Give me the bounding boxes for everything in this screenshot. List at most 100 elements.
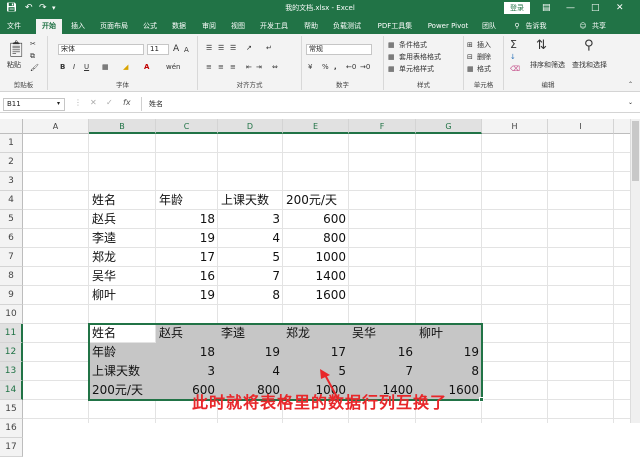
underline-button[interactable]: U xyxy=(84,62,89,72)
table1-cell[interactable]: 5 xyxy=(218,248,283,267)
format-cells-button[interactable]: 格式 xyxy=(477,64,491,74)
table1-cell[interactable]: 800 xyxy=(283,229,349,248)
col-header-c[interactable]: C xyxy=(156,119,218,134)
row-header-3[interactable]: 3 xyxy=(0,172,23,191)
bottom-align-icon[interactable]: ☰ xyxy=(230,43,236,53)
fill-color-icon[interactable]: ◢ xyxy=(123,62,128,72)
formula-input[interactable]: 姓名 xyxy=(149,99,163,109)
tab-page-layout[interactable]: 页面布局 xyxy=(96,19,132,34)
grow-font-button[interactable]: A xyxy=(173,44,179,54)
col-header-h[interactable]: H xyxy=(482,119,548,134)
table1-cell[interactable]: 1600 xyxy=(283,286,349,305)
table1-cell[interactable]: 李逵 xyxy=(89,229,156,248)
font-size-select[interactable]: 11 xyxy=(147,44,169,55)
accounting-icon[interactable]: ¥ xyxy=(308,62,312,72)
table1-cell[interactable]: 4 xyxy=(218,229,283,248)
worksheet-grid[interactable]: A B C D E F G H I 1 2 3 4 5 6 7 8 9 10 1… xyxy=(0,119,630,457)
italic-button[interactable]: I xyxy=(73,62,75,72)
scrollbar-thumb[interactable] xyxy=(632,121,639,181)
col-header-e[interactable]: E xyxy=(283,119,349,134)
row-header-17[interactable]: 17 xyxy=(0,438,23,457)
row-header-5[interactable]: 5 xyxy=(0,210,23,229)
bold-button[interactable]: B xyxy=(60,62,65,72)
minimize-icon[interactable]: — xyxy=(566,1,575,15)
border-icon[interactable]: ▦ xyxy=(102,62,109,72)
insert-cells-button[interactable]: 插入 xyxy=(477,40,491,50)
login-button[interactable]: 登录 xyxy=(504,2,530,14)
table1-cell[interactable]: 郑龙 xyxy=(89,248,156,267)
align-left-icon[interactable]: ≡ xyxy=(206,62,212,72)
wrap-text-icon[interactable]: ↵ xyxy=(266,43,272,53)
table1-cell[interactable]: 吴华 xyxy=(89,267,156,286)
name-box-dropdown-icon[interactable]: ▾ xyxy=(57,100,60,107)
table1-header-cell[interactable]: 上课天数 xyxy=(218,191,283,210)
delete-cells-button[interactable]: 删除 xyxy=(477,52,491,62)
col-header-f[interactable]: F xyxy=(349,119,416,134)
row-header-13[interactable]: 13 xyxy=(0,362,23,381)
collapse-ribbon-icon[interactable]: ⌃ xyxy=(628,80,633,90)
find-select-button[interactable]: 查找和选择 xyxy=(572,60,607,70)
table1-cell[interactable]: 18 xyxy=(156,210,218,229)
increase-indent-icon[interactable]: ⇥ xyxy=(256,62,262,72)
tab-file[interactable]: 文件 xyxy=(4,19,24,34)
row-header-1[interactable]: 1 xyxy=(0,134,23,153)
decrease-decimal-icon[interactable]: →0 xyxy=(360,62,370,72)
tab-home[interactable]: 开始 xyxy=(36,19,62,34)
select-all-corner[interactable] xyxy=(0,119,23,134)
row-header-9[interactable]: 9 xyxy=(0,286,23,305)
table1-cell[interactable]: 赵兵 xyxy=(89,210,156,229)
format-painter-icon[interactable]: 🖌︎ xyxy=(30,63,39,73)
phonetic-button[interactable]: wén xyxy=(166,62,180,72)
decrease-indent-icon[interactable]: ⇤ xyxy=(246,62,252,72)
expand-formula-icon[interactable]: ⌄ xyxy=(628,99,633,106)
row-header-8[interactable]: 8 xyxy=(0,267,23,286)
percent-button[interactable]: % xyxy=(322,62,329,72)
comma-button[interactable]: , xyxy=(334,62,337,72)
cut-icon[interactable]: ✂ xyxy=(30,39,36,49)
vertical-scrollbar[interactable] xyxy=(630,119,640,423)
col-header-g[interactable]: G xyxy=(416,119,482,134)
middle-align-icon[interactable]: ☰ xyxy=(218,43,224,53)
table1-cell[interactable]: 19 xyxy=(156,286,218,305)
cancel-icon[interactable]: ✕ xyxy=(90,98,97,107)
col-header-i[interactable]: I xyxy=(548,119,614,134)
paste-button[interactable]: 粘贴 xyxy=(7,60,21,70)
table1-cell[interactable]: 1000 xyxy=(283,248,349,267)
cell-style-button[interactable]: 单元格样式 xyxy=(399,64,434,74)
tab-view[interactable]: 视图 xyxy=(228,19,248,34)
function-button[interactable]: fx xyxy=(123,98,131,107)
number-format-select[interactable]: 常规 xyxy=(306,44,372,55)
table1-header-cell[interactable]: 年龄 xyxy=(156,191,218,210)
row-header-7[interactable]: 7 xyxy=(0,248,23,267)
row-header-11[interactable]: 11 xyxy=(0,324,23,343)
col-header-b[interactable]: B xyxy=(89,119,156,134)
table1-cell[interactable]: 7 xyxy=(218,267,283,286)
tab-power-pivot[interactable]: Power Pivot xyxy=(424,19,472,34)
row-header-14[interactable]: 14 xyxy=(0,381,23,400)
tab-load-test[interactable]: 负载测试 xyxy=(330,19,364,34)
tell-me-search[interactable]: 告诉我 xyxy=(523,19,549,34)
col-header-a[interactable]: A xyxy=(23,119,89,134)
copy-icon[interactable]: ⧉ xyxy=(30,51,35,61)
tab-review[interactable]: 审阅 xyxy=(199,19,219,34)
close-icon[interactable]: ✕ xyxy=(616,1,624,15)
table1-header-cell[interactable]: 200元/天 xyxy=(283,191,349,210)
table1-cell[interactable]: 柳叶 xyxy=(89,286,156,305)
tab-formulas[interactable]: 公式 xyxy=(140,19,160,34)
shrink-font-button[interactable]: A xyxy=(184,45,189,55)
table1-cell[interactable]: 19 xyxy=(156,229,218,248)
table1-cell[interactable]: 8 xyxy=(218,286,283,305)
maximize-icon[interactable]: □ xyxy=(591,1,600,15)
enter-icon[interactable]: ✓ xyxy=(106,98,113,107)
autosum-button[interactable]: Σ xyxy=(510,38,517,51)
clear-icon[interactable]: ⌫ xyxy=(510,64,520,74)
top-align-icon[interactable]: ☰ xyxy=(206,43,212,53)
sort-filter-button[interactable]: 排序和筛选 xyxy=(530,60,565,70)
row-header-4[interactable]: 4 xyxy=(0,191,23,210)
table1-cell[interactable]: 3 xyxy=(218,210,283,229)
font-name-select[interactable]: 宋体 xyxy=(58,44,144,55)
increase-decimal-icon[interactable]: ←0 xyxy=(346,62,356,72)
col-header-j[interactable] xyxy=(614,119,630,134)
row-header-6[interactable]: 6 xyxy=(0,229,23,248)
tab-help[interactable]: 帮助 xyxy=(301,19,321,34)
